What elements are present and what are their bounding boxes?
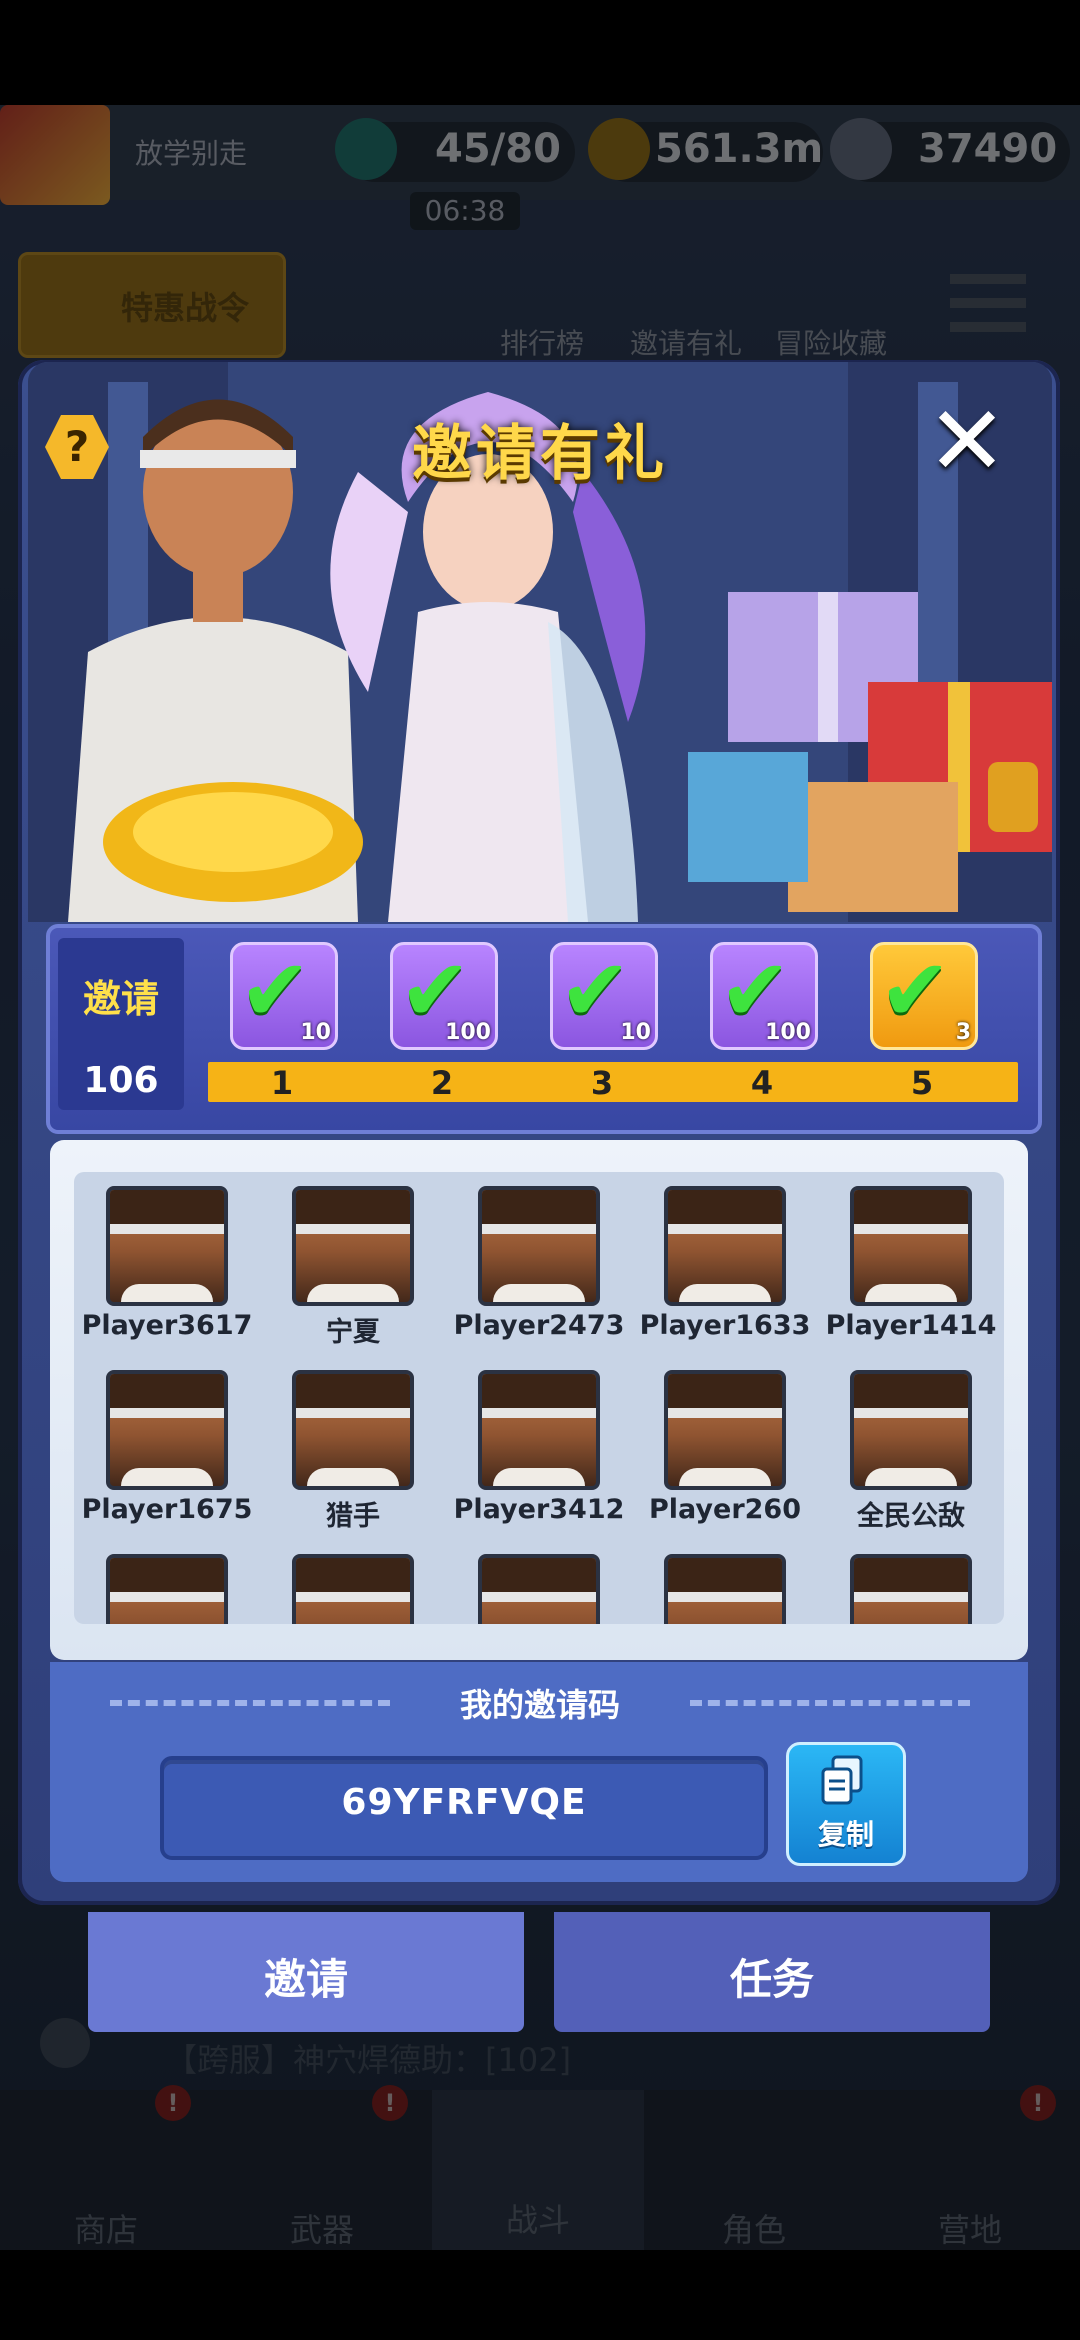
copy-label: 复制: [817, 1818, 874, 1851]
player-name: Player1675: [81, 1494, 253, 1525]
tab-invite-label: 邀请: [263, 1955, 348, 2004]
player-card[interactable]: Player1414: [818, 1172, 1004, 1357]
reward-qty: 100: [765, 1020, 811, 1045]
milestone-3: 3: [590, 1064, 614, 1102]
player-avatar: [292, 1554, 414, 1624]
player-avatar: [292, 1370, 414, 1490]
player-card[interactable]: Player3412: [446, 1356, 632, 1541]
player-name: 宁夏: [326, 1317, 380, 1348]
milestone-1: 1: [270, 1064, 294, 1102]
tab-tasks[interactable]: 任务: [554, 1912, 990, 2032]
player-card[interactable]: Player2473: [446, 1172, 632, 1357]
player-name: Player2473: [453, 1310, 625, 1341]
player-name: Player3412: [453, 1494, 625, 1525]
player-avatar: [292, 1186, 414, 1306]
invite-code-title: 我的邀请码: [459, 1686, 620, 1724]
player-avatar: [850, 1554, 972, 1624]
reward-5[interactable]: ✔ 3: [870, 941, 978, 1050]
player-avatar: [664, 1186, 786, 1306]
tab-invite[interactable]: 邀请: [88, 1912, 524, 2032]
player-name: Player3617: [81, 1310, 253, 1341]
reward-2[interactable]: ✔ 100: [390, 941, 498, 1050]
copy-button[interactable]: 复制: [786, 1742, 906, 1866]
player-name: Player1633: [639, 1310, 811, 1341]
player-card[interactable]: Player3617: [74, 1172, 260, 1357]
reward-qty: 100: [445, 1020, 491, 1045]
player-avatar: [478, 1186, 600, 1306]
player-avatar: [664, 1370, 786, 1490]
player-card[interactable]: [260, 1540, 446, 1624]
reward-qty: 3: [955, 1020, 971, 1045]
player-avatar: [106, 1186, 228, 1306]
player-avatar: [664, 1554, 786, 1624]
copy-icon: [821, 1755, 863, 1805]
invite-code-value: 69YFRFVQE: [341, 1782, 587, 1823]
player-card[interactable]: [818, 1540, 1004, 1624]
player-card[interactable]: 宁夏: [260, 1172, 446, 1357]
player-avatar: [106, 1554, 228, 1624]
player-card[interactable]: Player1675: [74, 1356, 260, 1541]
reward-qty: 10: [300, 1020, 331, 1045]
close-button[interactable]: ✕: [922, 393, 1012, 489]
player-name: 全民公敌: [857, 1501, 965, 1532]
player-name: Player260: [648, 1494, 802, 1525]
invite-count: 106: [83, 1060, 159, 1101]
player-name: 猎手: [326, 1501, 380, 1532]
milestone-5: 5: [910, 1064, 934, 1102]
reward-qty: 10: [620, 1020, 651, 1045]
check-icon: ✔: [879, 941, 952, 1041]
player-avatar: [850, 1370, 972, 1490]
milestone-2: 2: [430, 1064, 454, 1102]
player-avatar: [478, 1554, 600, 1624]
player-card[interactable]: 全民公敌: [818, 1356, 1004, 1541]
tab-tasks-label: 任务: [729, 1955, 814, 2004]
player-card[interactable]: [446, 1540, 632, 1624]
player-avatar: [106, 1370, 228, 1490]
invited-players-list[interactable]: Player3617 宁夏 Player2473 Player1633 Play…: [74, 1172, 1004, 1624]
modal-title: 邀请有礼: [412, 419, 668, 489]
invite-counter-label: 邀请: [82, 977, 159, 1021]
reward-1[interactable]: ✔ 10: [230, 941, 338, 1050]
player-card[interactable]: 猎手: [260, 1356, 446, 1541]
player-avatar: [478, 1370, 600, 1490]
player-avatar: [850, 1186, 972, 1306]
player-name: Player1414: [825, 1310, 997, 1341]
player-card[interactable]: [632, 1540, 818, 1624]
reward-4[interactable]: ✔ 100: [710, 941, 818, 1050]
player-card[interactable]: Player1633: [632, 1172, 818, 1357]
player-card[interactable]: Player260: [632, 1356, 818, 1541]
reward-3[interactable]: ✔ 10: [550, 941, 658, 1050]
player-card[interactable]: [74, 1540, 260, 1624]
milestone-4: 4: [750, 1064, 774, 1102]
